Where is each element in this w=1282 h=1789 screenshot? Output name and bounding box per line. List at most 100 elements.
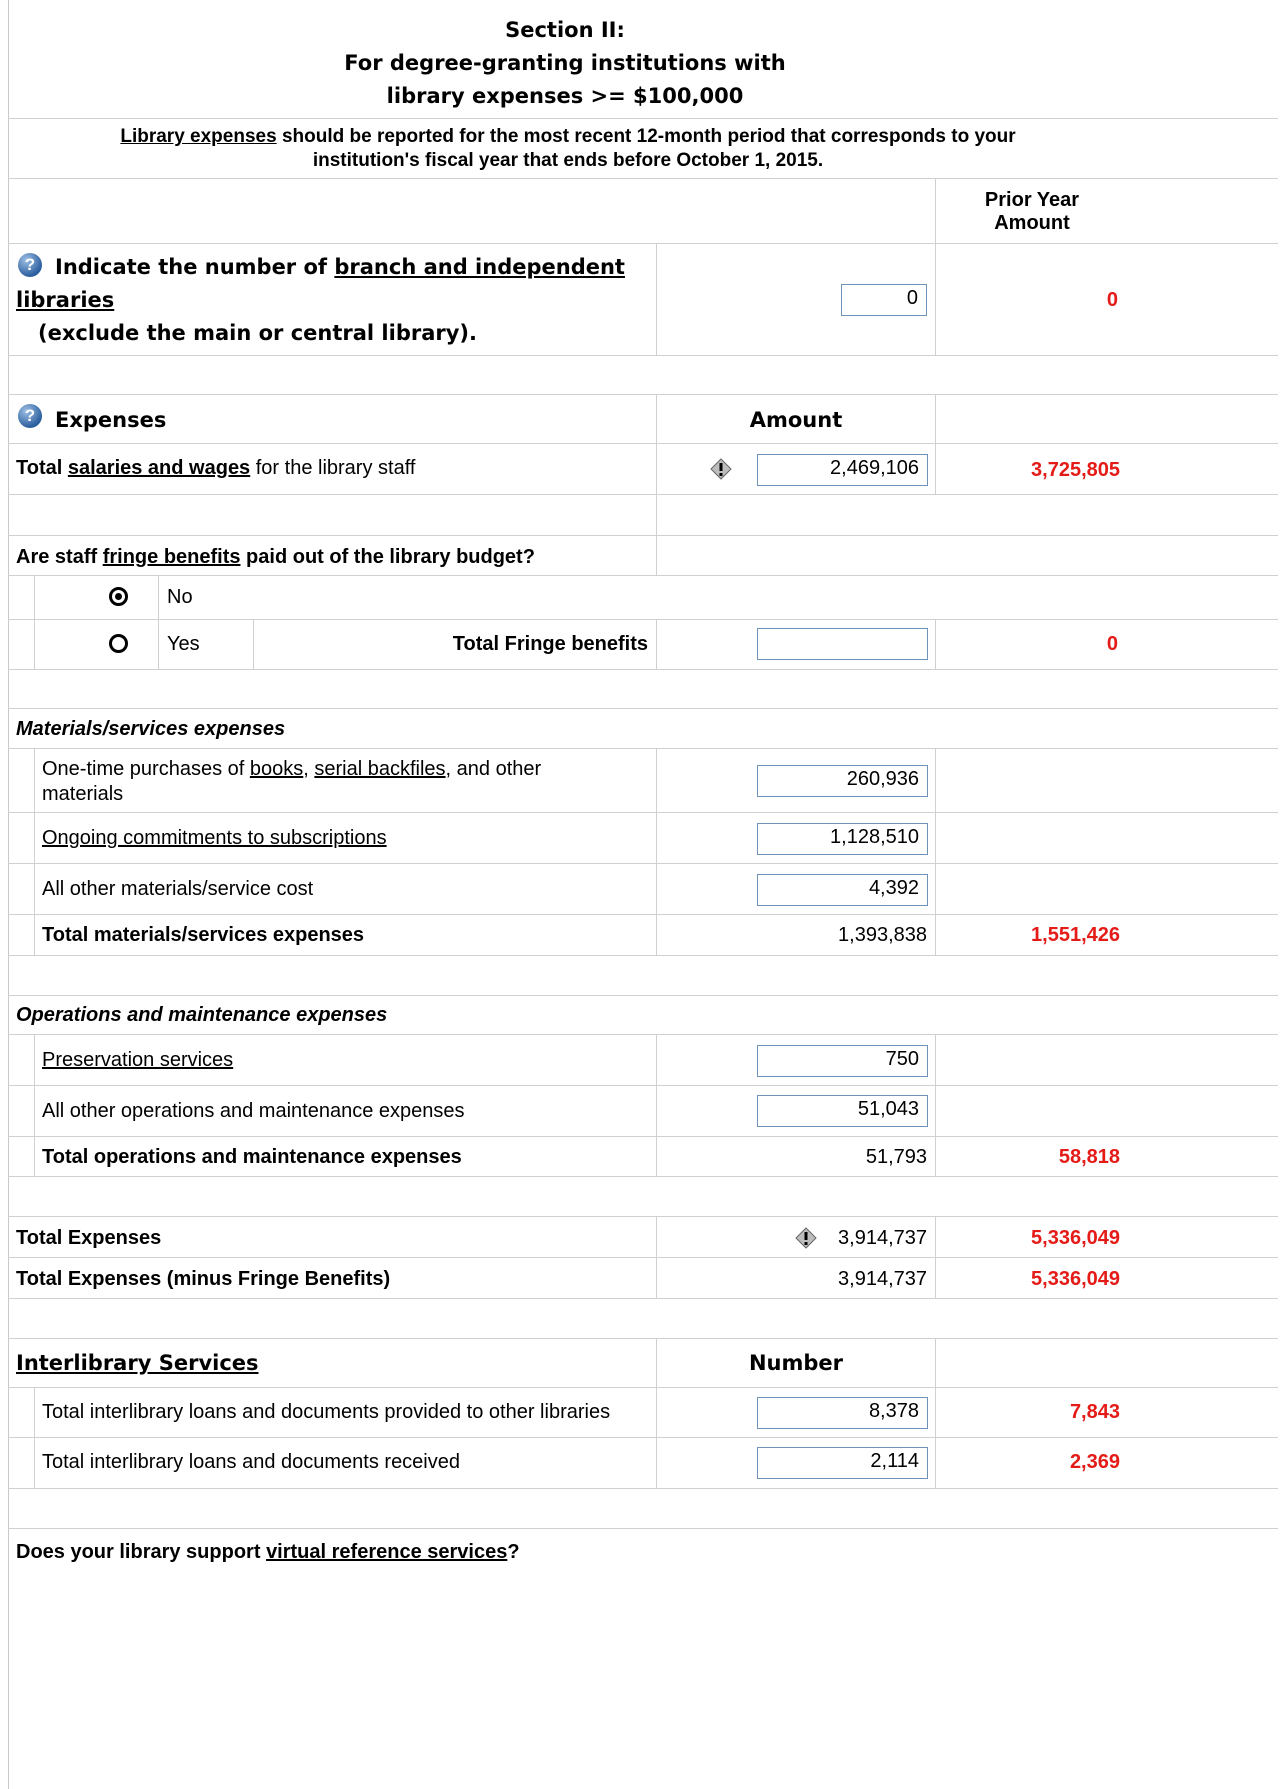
column-divider <box>656 619 657 669</box>
branch-libraries-link[interactable]: libraries <box>16 288 114 312</box>
divider <box>8 394 1278 395</box>
fringe-text: paid out of the library budget? <box>240 546 535 568</box>
column-divider <box>935 619 936 669</box>
divider <box>8 1216 1278 1217</box>
ill-provided-prior-value: 7,843 <box>1069 1401 1120 1423</box>
divider <box>8 914 1278 915</box>
operations-total-label: Total operations and maintenance expense… <box>42 1146 462 1168</box>
salaries-prior-value: 3,725,805 <box>1031 459 1120 481</box>
virtual-text: ? <box>507 1541 520 1563</box>
divider <box>8 443 1278 444</box>
fringe-input[interactable] <box>757 628 928 660</box>
salaries-label: Total salaries and wages for the library… <box>16 457 415 480</box>
total-expenses-label: Total Expenses <box>16 1227 162 1249</box>
divider <box>8 1298 1278 1299</box>
salaries-input[interactable]: 2,469,106 <box>757 454 928 486</box>
section-title: Section II: <box>505 18 625 42</box>
column-divider <box>34 575 35 669</box>
ongoing-input[interactable]: 1,128,510 <box>757 823 928 855</box>
fringe-total-label: Total Fringe benefits <box>452 633 648 655</box>
salaries-link[interactable]: salaries and wages <box>68 457 250 479</box>
total-minus-fringe-label: Total Expenses (minus Fringe Benefits) <box>16 1268 391 1290</box>
fringe-benefits-link[interactable]: fringe benefits <box>103 546 241 568</box>
help-icon[interactable]: ? <box>18 404 42 428</box>
preservation-input[interactable]: 750 <box>757 1045 928 1077</box>
branches-prior-value: 0 <box>1106 289 1118 311</box>
column-divider <box>935 748 936 955</box>
divider <box>8 748 1278 749</box>
divider <box>8 1437 1278 1438</box>
interlibrary-services-link[interactable]: Interlibrary Services <box>16 1351 259 1375</box>
fringe-prior-value: 0 <box>1106 633 1118 655</box>
fringe-question: Are staff fringe benefits paid out of th… <box>16 546 535 569</box>
library-expenses-link[interactable]: Library expenses <box>120 126 276 147</box>
amount-header: Amount <box>749 408 843 432</box>
materials-total-label: Total materials/services expenses <box>42 924 365 946</box>
intro-text: Library expenses should be reported for … <box>0 126 1136 148</box>
preservation-services-link[interactable]: Preservation services <box>42 1049 233 1072</box>
ill-provided-input[interactable]: 8,378 <box>757 1397 928 1429</box>
ill-provided-label: Total interlibrary loans and documents p… <box>42 1401 611 1423</box>
fringe-text: Are staff <box>16 546 103 568</box>
column-divider <box>158 575 159 669</box>
warning-icon[interactable] <box>710 458 732 480</box>
column-divider <box>34 1387 35 1488</box>
divider <box>8 355 1278 356</box>
radio-no-label[interactable]: No <box>167 586 193 609</box>
divider <box>8 1034 1278 1035</box>
onetime-input[interactable]: 260,936 <box>757 765 928 797</box>
divider <box>8 863 1278 864</box>
column-divider <box>935 394 936 494</box>
salaries-text: for the library staff <box>250 457 416 479</box>
operations-prior-value: 58,818 <box>1058 1146 1120 1168</box>
serial-backfiles-link[interactable]: serial backfiles <box>314 758 445 780</box>
total-minus-fringe-value: 3,914,737 <box>838 1268 927 1290</box>
prior-year-header: Amount <box>994 212 1070 234</box>
branches-input[interactable]: 0 <box>841 284 927 316</box>
divider <box>8 995 1278 996</box>
column-divider <box>656 1216 657 1298</box>
radio-no[interactable] <box>109 587 128 606</box>
materials-prior-value: 1,551,426 <box>1031 924 1120 946</box>
divider <box>8 1136 1278 1137</box>
ongoing-subscriptions-link[interactable]: Ongoing commitments to subscriptions <box>42 827 387 850</box>
total-minus-fringe-prior-value: 5,336,049 <box>1031 1268 1120 1290</box>
divider <box>8 812 1278 813</box>
books-link[interactable]: books <box>250 758 303 780</box>
onetime-label-line2: materials <box>42 783 124 805</box>
intro-text-part: should be reported for the most recent 1… <box>276 126 1016 147</box>
salaries-text: Total <box>16 457 68 479</box>
column-divider <box>253 619 254 669</box>
onetime-text: One-time purchases of <box>42 758 250 780</box>
onetime-label: One-time purchases of books, serial back… <box>42 758 541 781</box>
column-divider <box>34 748 35 955</box>
column-divider <box>656 1034 657 1176</box>
branch-libraries-link[interactable]: branch and independent <box>334 255 625 279</box>
materials-heading: Materials/services expenses <box>16 718 286 740</box>
onetime-text: , and other <box>445 758 542 780</box>
other-operations-label: All other operations and maintenance exp… <box>42 1100 465 1122</box>
other-operations-input[interactable]: 51,043 <box>757 1095 928 1127</box>
radio-yes-label[interactable]: Yes <box>167 633 200 656</box>
expenses-heading: Expenses <box>55 408 167 432</box>
divider <box>8 178 1278 179</box>
other-materials-input[interactable]: 4,392 <box>757 874 928 906</box>
virtual-reference-link[interactable]: virtual reference services <box>266 1541 507 1563</box>
total-expenses-prior-value: 5,336,049 <box>1031 1227 1120 1249</box>
column-divider <box>935 1338 936 1488</box>
section-subtitle: For degree-granting institutions with <box>344 51 786 75</box>
column-divider <box>656 748 657 955</box>
ill-received-input[interactable]: 2,114 <box>757 1447 928 1479</box>
help-icon[interactable]: ? <box>18 253 42 277</box>
other-materials-label: All other materials/service cost <box>42 878 314 900</box>
prior-year-header: Prior Year <box>984 189 1080 211</box>
divider <box>8 669 1278 670</box>
divider <box>8 1387 1278 1388</box>
divider <box>8 1257 1278 1258</box>
divider <box>8 1488 1278 1489</box>
divider <box>8 575 1278 576</box>
ill-received-label: Total interlibrary loans and documents r… <box>42 1451 460 1473</box>
branches-question: Indicate the number of branch and indepe… <box>55 255 625 279</box>
radio-yes[interactable] <box>109 634 128 653</box>
operations-total-value: 51,793 <box>865 1146 927 1168</box>
